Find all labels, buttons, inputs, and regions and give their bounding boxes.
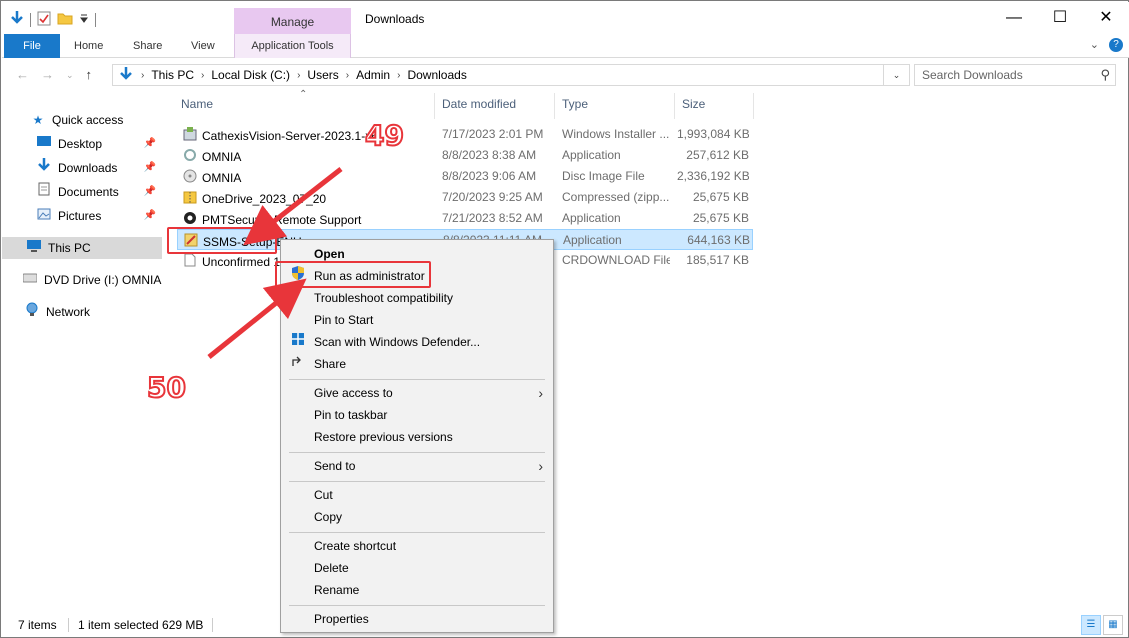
- explorer-window: Manage Downloads — ☐ ✕ File Home Share V…: [0, 0, 1129, 638]
- item-count: 7 items: [18, 618, 57, 632]
- arrow-step-50: [207, 278, 307, 359]
- selection-info: 1 item selected 629 MB: [78, 618, 204, 632]
- status-divider: [68, 618, 69, 632]
- large-icons-view-icon[interactable]: ▦: [1103, 615, 1123, 635]
- status-bar: 7 items 1 item selected 629 MB ☰ ▦: [2, 613, 1129, 637]
- details-view-icon[interactable]: ☰: [1081, 615, 1101, 635]
- annotation-arrows: [207, 167, 343, 359]
- view-buttons: ☰ ▦: [1081, 615, 1123, 635]
- arrow-step-49: [243, 167, 343, 246]
- status-divider: [212, 618, 213, 632]
